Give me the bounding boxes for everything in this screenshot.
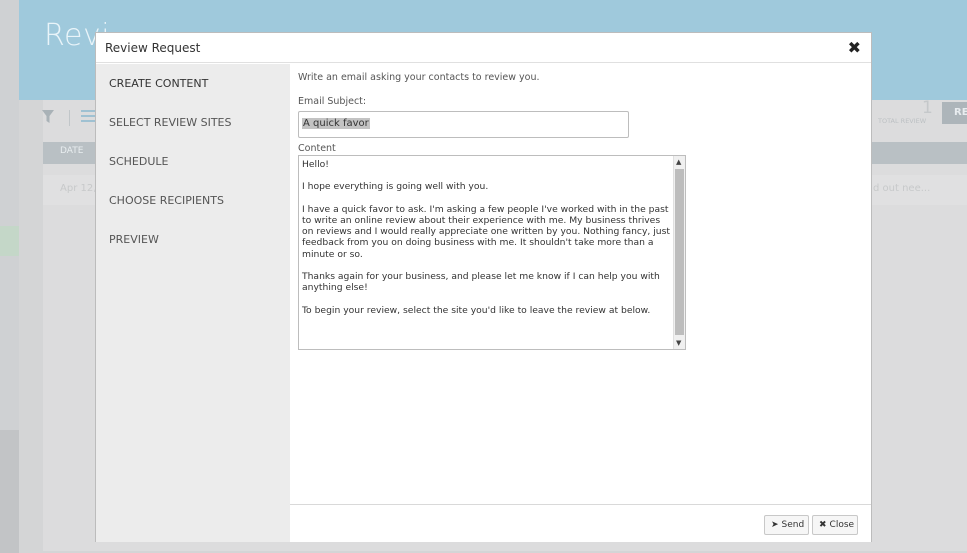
modal-title: Review Request — [105, 41, 201, 55]
nav-schedule[interactable]: SCHEDULE — [109, 155, 169, 168]
content-paragraph: I hope everything is going well with you… — [302, 181, 489, 193]
modal-footer: ➤ Send ✖ Close — [290, 504, 871, 542]
review-request-modal: Review Request ✖ CREATE CONTENT SELECT R… — [95, 32, 872, 542]
intro-text: Write an email asking your contacts to r… — [298, 72, 540, 83]
filter-icon[interactable] — [42, 110, 54, 128]
content-text: Hello! I hope everything is going well w… — [302, 159, 672, 327]
modal-sidebar: CREATE CONTENT SELECT REVIEW SITES SCHED… — [96, 64, 290, 542]
nav-select-review-sites[interactable]: SELECT REVIEW SITES — [109, 116, 231, 129]
toolbar-divider — [69, 110, 70, 126]
row-date: Apr 12, — [60, 183, 97, 194]
row-snippet: d out nee... — [873, 183, 931, 194]
content-scrollbar[interactable]: ▲ ▼ — [673, 156, 685, 349]
nav-create-content[interactable]: CREATE CONTENT — [109, 77, 208, 90]
list-icon[interactable] — [81, 108, 95, 127]
content-paragraph: I have a quick favor to ask. I'm asking … — [302, 203, 671, 260]
nav-preview[interactable]: PREVIEW — [109, 233, 159, 246]
content-label: Content — [298, 143, 336, 154]
scroll-up-icon[interactable]: ▲ — [676, 158, 681, 166]
send-icon: ➤ — [771, 520, 779, 530]
scroll-down-icon[interactable]: ▼ — [676, 339, 681, 347]
close-button[interactable]: ✖ Close — [812, 515, 858, 535]
close-icon[interactable]: ✖ — [848, 38, 861, 57]
content-paragraph: To begin your review, select the site yo… — [302, 304, 651, 316]
email-subject-input[interactable]: A quick favor — [298, 111, 629, 138]
email-subject-label: Email Subject: — [298, 96, 367, 107]
request-review-button[interactable]: RE — [942, 102, 967, 124]
send-label: Send — [781, 520, 805, 530]
close-icon: ✖ — [819, 520, 827, 530]
nav-choose-recipients[interactable]: CHOOSE RECIPIENTS — [109, 194, 224, 207]
close-label: Close — [829, 520, 855, 530]
left-rail-highlight — [0, 226, 19, 256]
content-textarea[interactable]: Hello! I hope everything is going well w… — [298, 155, 686, 350]
left-rail-lower — [0, 430, 19, 553]
modal-body: Write an email asking your contacts to r… — [290, 64, 871, 504]
modal-header: Review Request ✖ — [96, 33, 871, 63]
scroll-thumb[interactable] — [675, 169, 684, 335]
total-review-count: 1 — [922, 98, 933, 118]
send-button[interactable]: ➤ Send — [764, 515, 809, 535]
date-column-header: DATE — [60, 146, 84, 156]
email-subject-value: A quick favor — [302, 118, 370, 129]
content-paragraph: Hello! — [302, 159, 329, 170]
total-review-label: TOTAL REVIEW — [878, 117, 927, 125]
left-rail — [0, 0, 19, 553]
content-paragraph: Thanks again for your business, and plea… — [302, 270, 660, 294]
